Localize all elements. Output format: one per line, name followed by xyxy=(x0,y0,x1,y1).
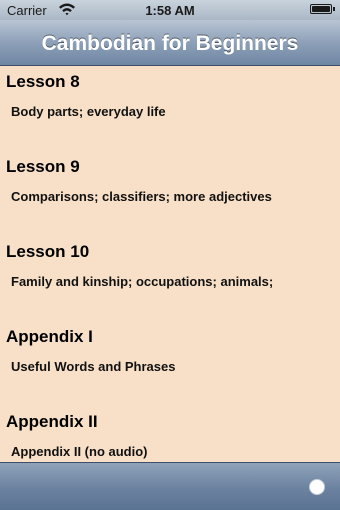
navigation-bar: Cambodian for Beginners xyxy=(0,20,340,66)
bottom-toolbar xyxy=(0,462,340,510)
lesson-title: Appendix I xyxy=(6,327,93,346)
list-item[interactable]: Lesson 10 Family and kinship; occupation… xyxy=(0,236,340,321)
battery-icon xyxy=(310,4,335,14)
lesson-subtitle: Body parts; everyday life xyxy=(11,104,166,119)
lesson-subtitle: Useful Words and Phrases xyxy=(11,359,176,374)
lesson-title: Appendix II xyxy=(6,412,98,431)
status-bar: Carrier 1:58 AM xyxy=(0,0,340,20)
lesson-list[interactable]: Lesson 8 Body parts; everyday life Lesso… xyxy=(0,66,340,462)
list-item[interactable]: Lesson 8 Body parts; everyday life xyxy=(0,66,340,151)
status-time: 1:58 AM xyxy=(145,3,195,18)
lesson-title: Lesson 8 xyxy=(6,72,80,91)
list-item[interactable]: Appendix II Appendix II (no audio) xyxy=(0,406,340,462)
list-item[interactable]: Lesson 9 Comparisons; classifiers; more … xyxy=(0,151,340,236)
circle-icon[interactable] xyxy=(309,479,325,495)
lesson-subtitle: Comparisons; classifiers; more adjective… xyxy=(11,189,272,204)
lesson-subtitle: Family and kinship; occupations; animals… xyxy=(11,274,274,289)
nav-title: Cambodian for Beginners xyxy=(41,32,299,55)
lesson-subtitle: Appendix II (no audio) xyxy=(11,444,148,459)
lesson-title: Lesson 10 xyxy=(6,242,90,261)
battery-level xyxy=(312,6,330,12)
list-item[interactable]: Appendix I Useful Words and Phrases xyxy=(0,321,340,406)
lesson-title: Lesson 9 xyxy=(6,157,80,176)
